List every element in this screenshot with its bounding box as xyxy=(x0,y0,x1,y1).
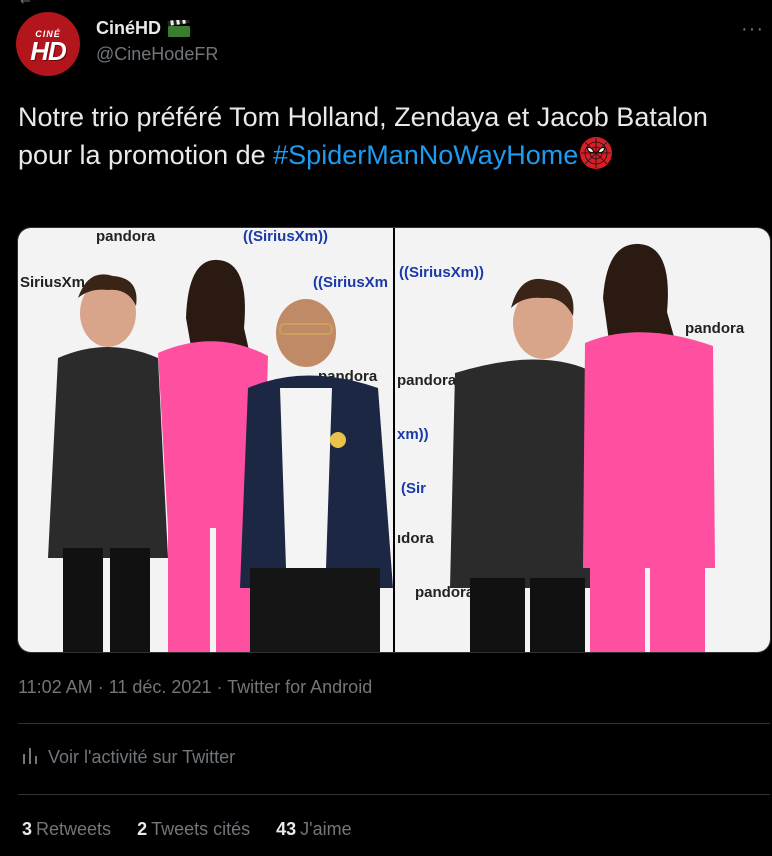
likes-label: J'aime xyxy=(300,819,352,839)
analytics-bar-icon xyxy=(22,746,38,769)
view-activity-link[interactable]: Voir l'activité sur Twitter xyxy=(22,746,235,769)
tweet-text: Notre trio préféré Tom Holland, Zendaya … xyxy=(18,98,748,174)
retweets-label: Retweets xyxy=(36,819,112,839)
media-gallery[interactable]: pandora ((SiriusXm)) SiriusXm ((SiriusXm… xyxy=(17,227,771,653)
retweet-indicator: ⇄ xyxy=(20,0,31,6)
retweets-count: 3 xyxy=(22,819,33,839)
more-options-icon[interactable]: ··· xyxy=(741,18,764,41)
display-name-text: CinéHD xyxy=(96,18,162,38)
photo-trio[interactable]: pandora ((SiriusXm)) SiriusXm ((SiriusXm… xyxy=(18,228,393,652)
spiderman-emoji-icon xyxy=(580,137,613,169)
divider xyxy=(18,794,770,795)
hashtag-link[interactable]: #SpiderManNoWayHome xyxy=(273,140,578,170)
divider xyxy=(18,723,770,724)
user-handle[interactable]: @CineHodeFR xyxy=(96,44,218,65)
retweet-icon: ⇄ xyxy=(20,0,31,7)
display-name[interactable]: CinéHD xyxy=(96,17,191,39)
photo-people-illustration xyxy=(48,259,393,652)
likes-count: 43 xyxy=(276,819,297,839)
retweets-stat[interactable]: 3 Retweets xyxy=(22,819,111,840)
tweet-timestamp[interactable]: 11:02 AM · 11 déc. 2021 · Twitter for An… xyxy=(18,677,372,698)
quote-tweets-stat[interactable]: 2 Tweets cités xyxy=(137,819,250,840)
photo-duo[interactable]: ((SiriusXm)) pandora pandora ıdora pando… xyxy=(395,228,770,652)
avatar[interactable]: CINÉ HD xyxy=(16,12,80,76)
view-activity-label: Voir l'activité sur Twitter xyxy=(48,747,236,767)
quotes-label: Tweets cités xyxy=(151,819,251,839)
quotes-count: 2 xyxy=(137,819,148,839)
clapperboard-icon xyxy=(167,17,191,38)
avatar-text-main: HD xyxy=(30,36,67,66)
engagement-stats: 3 Retweets 2 Tweets cités 43 J'aime xyxy=(22,819,352,840)
photo-people-illustration xyxy=(450,243,715,652)
likes-stat[interactable]: 43 J'aime xyxy=(276,819,351,840)
